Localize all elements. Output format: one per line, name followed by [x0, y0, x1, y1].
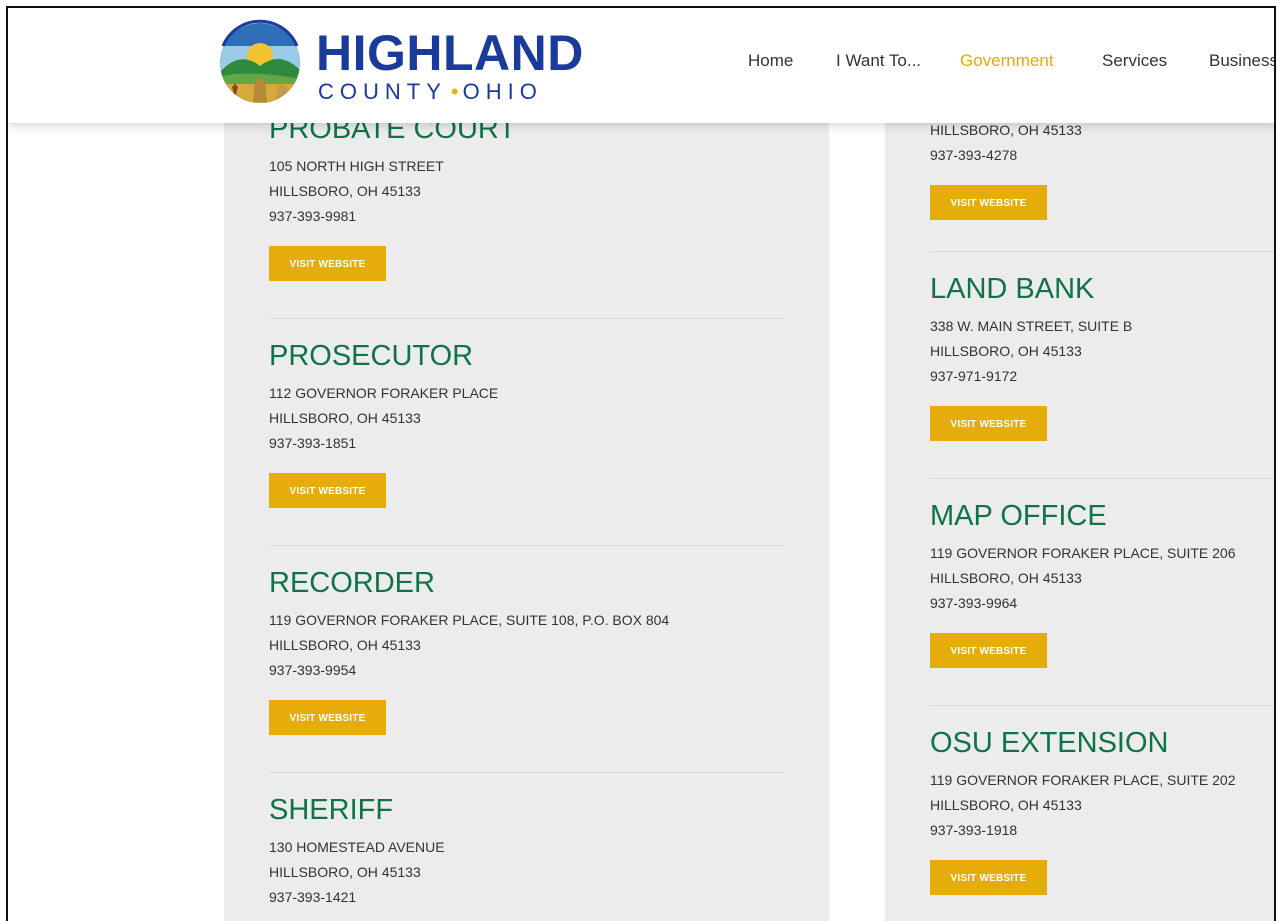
directory-entry-map-office: MAP OFFICE 119 GOVERNOR FORAKER PLACE, S… — [930, 499, 1236, 668]
nav-business[interactable]: Business — [1209, 51, 1274, 71]
entry-city: HILLSBORO, OH 45133 — [269, 864, 421, 880]
entry-address: 105 NORTH HIGH STREET — [269, 158, 444, 174]
entry-phone: 937-393-4278 — [930, 147, 1018, 163]
entry-phone: 937-393-9964 — [930, 595, 1018, 611]
entry-title: LAND BANK — [930, 273, 1095, 305]
entry-divider — [930, 478, 1274, 479]
entry-address: 338 W. MAIN STREET, SUITE B — [930, 318, 1133, 334]
entry-city: HILLSBORO, OH 45133 — [930, 797, 1082, 813]
visit-website-button[interactable]: VISIT WEBSITE — [930, 633, 1047, 668]
brand-county: COUNTY — [318, 79, 447, 104]
directory-entry-land-bank: LAND BANK 338 W. MAIN STREET, SUITE B HI… — [930, 272, 1132, 441]
brand-state: OHIO — [462, 79, 543, 104]
entry-phone: 937-971-9172 — [930, 368, 1018, 384]
directory-entry-partial: HILLSBORO, OH 45133 937-393-4278 VISIT W… — [930, 118, 1082, 220]
browser-viewport: PROBATE COURT 105 NORTH HIGH STREET HILL… — [6, 6, 1276, 921]
site-header: HIGHLAND COUNTY • OHIO Home I Want To... G… — [8, 8, 1274, 123]
entry-divider — [930, 251, 1274, 252]
entry-title: SHERIFF — [269, 794, 394, 826]
entry-phone: 937-393-9981 — [269, 208, 357, 224]
brand-separator-dot: • — [450, 79, 459, 104]
visit-website-button[interactable]: VISIT WEBSITE — [930, 406, 1047, 441]
entry-city: HILLSBORO, OH 45133 — [269, 637, 421, 653]
entry-divider — [269, 772, 784, 773]
entry-divider — [269, 545, 784, 546]
visit-website-button[interactable]: VISIT WEBSITE — [269, 473, 386, 508]
visit-website-button[interactable]: VISIT WEBSITE — [269, 700, 386, 735]
entry-title: RECORDER — [269, 567, 435, 599]
entry-phone: 937-393-1421 — [269, 889, 357, 905]
nav-government[interactable]: Government — [960, 51, 1054, 71]
main-navigation: Home I Want To... Government Services Bu… — [8, 51, 1274, 75]
nav-i-want-to[interactable]: I Want To... — [836, 51, 921, 71]
directory-entry-recorder: RECORDER 119 GOVERNOR FORAKER PLACE, SUI… — [269, 566, 669, 735]
left-directory-panel: PROBATE COURT 105 NORTH HIGH STREET HILL… — [224, 8, 829, 921]
brand-subtitle: COUNTY • OHIO — [316, 79, 584, 105]
nav-home[interactable]: Home — [748, 51, 793, 71]
directory-entry-osu-extension: OSU EXTENSION 119 GOVERNOR FORAKER PLACE… — [930, 726, 1236, 895]
entry-divider — [269, 318, 784, 319]
directory-entry-prosecutor: PROSECUTOR 112 GOVERNOR FORAKER PLACE HI… — [269, 339, 498, 508]
entry-phone: 937-393-9954 — [269, 662, 357, 678]
entry-phone: 937-393-1851 — [269, 435, 357, 451]
nav-services[interactable]: Services — [1102, 51, 1167, 71]
visit-website-button[interactable]: VISIT WEBSITE — [269, 246, 386, 281]
entry-title: OSU EXTENSION — [930, 727, 1169, 759]
entry-address: 119 GOVERNOR FORAKER PLACE, SUITE 202 — [930, 772, 1236, 788]
visit-website-button[interactable]: VISIT WEBSITE — [930, 860, 1047, 895]
entry-city: HILLSBORO, OH 45133 — [930, 343, 1082, 359]
directory-entry-probate-court: PROBATE COURT 105 NORTH HIGH STREET HILL… — [269, 112, 516, 281]
entry-title: MAP OFFICE — [930, 500, 1107, 532]
entry-city: HILLSBORO, OH 45133 — [269, 410, 421, 426]
entry-city: HILLSBORO, OH 45133 — [269, 183, 421, 199]
visit-website-button[interactable]: VISIT WEBSITE — [930, 185, 1047, 220]
entry-address: 119 GOVERNOR FORAKER PLACE, SUITE 206 — [930, 545, 1236, 561]
directory-entry-sheriff: SHERIFF 130 HOMESTEAD AVENUE HILLSBORO, … — [269, 793, 445, 910]
entry-phone: 937-393-1918 — [930, 822, 1018, 838]
entry-address: 112 GOVERNOR FORAKER PLACE — [269, 385, 499, 401]
entry-divider — [930, 705, 1274, 706]
entry-title: PROSECUTOR — [269, 340, 474, 372]
right-directory-panel: HILLSBORO, OH 45133 937-393-4278 VISIT W… — [885, 8, 1274, 921]
entry-city: HILLSBORO, OH 45133 — [930, 570, 1082, 586]
entry-address: 119 GOVERNOR FORAKER PLACE, SUITE 108, P… — [269, 612, 670, 628]
entry-address: 130 HOMESTEAD AVENUE — [269, 839, 445, 855]
